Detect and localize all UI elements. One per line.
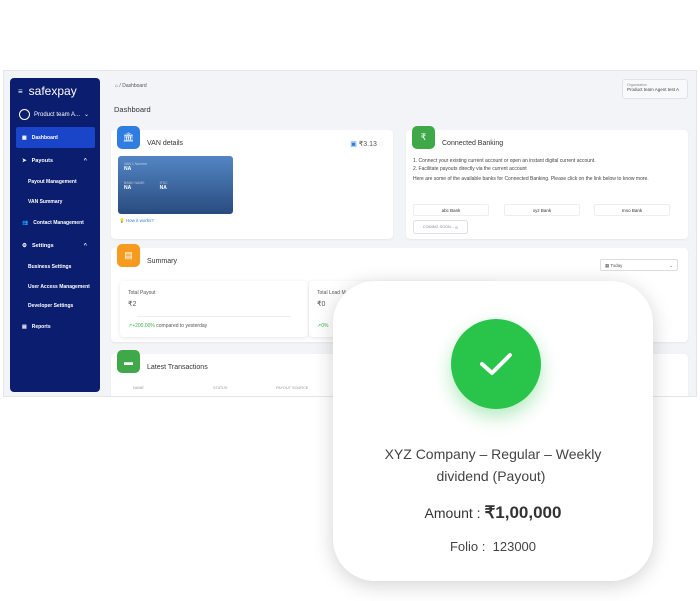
chevron-up-icon: ^ [83,242,87,249]
grid-icon: ▦ [22,134,27,141]
bank-option[interactable]: abc Bank [413,204,489,216]
breadcrumb-current: Dashboard [122,83,147,89]
label: IFSC [159,181,168,185]
chevron-up-icon: ^ [83,157,87,164]
sidebar-item-contact-management[interactable]: 👥 Contact Management [16,212,95,233]
stat-change: 0% [321,323,329,329]
card-title: VAN details [147,140,184,147]
user-menu[interactable]: Product team A... ⌄ [19,109,89,120]
banking-info: Here are some of the available banks for… [413,176,649,182]
van-details-card: 🏛 VAN details ▣ ₹3.13 ◌ VAN 1 Number NA B… [111,126,393,239]
sidebar-item-dashboard[interactable]: ▦ Dashboard [16,127,95,148]
column-header: NAME [133,386,144,390]
page-title: Dashboard [114,105,151,114]
rupee-icon: ₹ [412,126,435,149]
refresh-icon[interactable]: ◌ [379,141,383,148]
stat-value: ₹2 [128,301,137,308]
card-title: Connected Banking [442,140,504,147]
send-icon: ➤ [22,157,27,164]
label: Today [610,263,623,268]
card-title: Summary [147,258,177,265]
organization-select[interactable]: Organization Product team Agent test A [622,79,688,99]
amount-value: ₹1,00,000 [484,503,562,522]
van-card: VAN 1 Number NA BANK NAME NA IFSC NA [118,156,233,214]
success-check-icon [451,319,541,409]
sidebar-item-settings[interactable]: ⚙ Settings ^ [16,235,95,256]
chevron-down-icon: ⌄ [84,112,90,118]
connected-banking-card: ₹ Connected Banking 1. Connect your exis… [406,126,688,239]
sidebar-item-van-summary[interactable]: VAN Summary [16,191,95,212]
label: Payout Management [28,178,77,185]
column-header: PAYOUT SOURCE [276,386,309,390]
banking-step-1: 1. Connect your existing current account… [413,158,596,164]
bank-option[interactable]: mno Bank [594,204,670,216]
van-balance: ₹3.13 [358,141,377,148]
card-title: Latest Transactions [147,364,208,371]
breadcrumb: ⌂ / Dashboard [115,83,147,89]
label: User Access Management [28,283,90,290]
folio-label: Folio : [449,539,486,554]
label: Dashboard [31,134,58,141]
amount-label: Amount : [424,505,481,521]
sidebar-item-payouts[interactable]: ➤ Payouts ^ [16,150,95,171]
logo: ≡ safexpay [18,84,77,98]
brand-name: safexpay [28,84,77,98]
table-header: NAME STATUS PAYOUT SOURCE [133,386,308,390]
stat-suffix: compared to yesterday [156,323,208,329]
label: Payouts [31,157,54,164]
column-header: STATUS [213,386,228,390]
label: COMING SOON... [422,225,454,229]
home-icon[interactable]: ⌂ [115,83,118,89]
van-number: NA [124,166,132,172]
period-select[interactable]: ▦ Today ⌄ [600,259,678,271]
payout-title: XYZ Company – Regular – Weekly [384,446,602,462]
how-it-works-link[interactable]: 💡 How it works? [119,218,154,224]
payout-subtitle: dividend (Payout) [436,468,546,484]
report-icon: ▤ [22,323,27,330]
label: Developer Settings [28,302,74,309]
chevron-down-icon: ⌄ [669,263,673,268]
summary-stat: Total Payout ₹2 ↗+200.00% compared to yest… [120,281,308,337]
sidebar: ≡ safexpay Product team A... ⌄ ▦ Dashboard … [10,78,100,392]
sidebar-item-payout-management[interactable]: Payout Management [16,171,95,192]
amount-row: Amount : ₹1,00,000 [333,503,653,523]
label: Settings [31,242,54,249]
label: Contact Management [33,219,84,226]
ifsc: NA [159,185,167,191]
users-icon: 👥 [22,219,29,226]
payout-success-card: XYZ Company – Regular – Weekly dividend … [333,281,653,581]
stat-change: +200.00% [132,323,155,329]
folio-row: Folio : 123000 [333,539,653,554]
label: Business Settings [28,263,72,270]
bank-icon: 🏛 [117,126,140,149]
coming-soon-button[interactable]: COMING SOON... ⊙ [413,220,468,234]
sidebar-item-reports[interactable]: ▤ Reports [16,316,95,337]
label: VAN 1 Number [124,162,148,166]
bank-option[interactable]: xyz Bank [504,204,580,216]
document-icon: ▤ [117,244,140,267]
stat-label: Total Payout [128,290,156,296]
sidebar-item-business-settings[interactable]: Business Settings [16,256,95,277]
label: VAN Summary [28,198,63,205]
wallet-icon: ▣ [350,141,357,148]
banking-step-2: 2. Facilitate payouts directly via the c… [413,166,527,172]
sidebar-item-user-access[interactable]: User Access Management [16,276,95,297]
label: How it works? [125,218,154,223]
org-value: Product team Agent test A [627,87,680,92]
avatar [19,109,30,120]
bank-name: NA [124,185,132,191]
user-name: Product team A... [34,111,81,118]
label: Reports [31,323,51,330]
label: BANK NAME [124,181,145,185]
sidebar-item-developer-settings[interactable]: Developer Settings [16,295,95,316]
menu-icon[interactable]: ≡ [18,87,23,96]
card-icon: ▬ [117,350,140,373]
folio-value: 123000 [492,539,537,554]
gear-icon: ⚙ [22,242,27,249]
